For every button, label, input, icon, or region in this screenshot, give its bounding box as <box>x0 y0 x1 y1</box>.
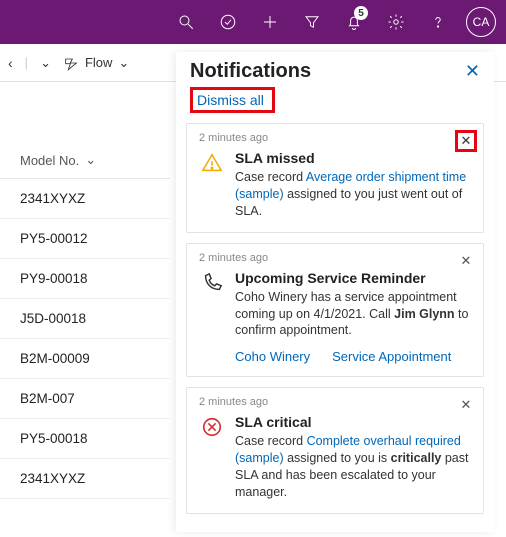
help-icon <box>429 13 447 31</box>
panel-close-button[interactable]: ✕ <box>465 61 480 82</box>
avatar-initials: CA <box>473 15 490 29</box>
notification-card-sla-critical: 2 minutes ago ✕ SLA critical Case record… <box>186 387 484 514</box>
back-chevron[interactable]: ‹ <box>8 55 13 71</box>
action-link-appointment[interactable]: Service Appointment <box>332 349 451 364</box>
plus-icon <box>261 13 279 31</box>
table-row[interactable]: 2341XYXZ <box>0 179 170 219</box>
card-title: SLA critical <box>235 414 471 430</box>
user-avatar[interactable]: CA <box>466 7 496 37</box>
notifications-panel: Notifications ✕ Dismiss all 2 minutes ag… <box>176 52 494 532</box>
search-button[interactable] <box>166 0 206 44</box>
app-topbar: 5 CA <box>0 0 506 44</box>
table-row[interactable]: PY5-00012 <box>0 219 170 259</box>
notification-card-service-reminder: 2 minutes ago ✕ Upcoming Service Reminde… <box>186 243 484 378</box>
data-table: Model No. ⌄ 2341XYXZPY5-00012PY9-00018J5… <box>0 82 170 537</box>
card-text: Coho Winery has a service appointment co… <box>235 289 471 340</box>
flow-menu[interactable]: Flow ⌄ <box>63 55 129 71</box>
cmd-chevron-down[interactable]: ⌄ <box>40 55 51 71</box>
notifications-badge: 5 <box>354 6 368 20</box>
card-timestamp: 2 minutes ago <box>199 252 471 264</box>
notification-card-sla-missed: 2 minutes ago ✕ SLA missed Case record A… <box>186 123 484 233</box>
card-title: SLA missed <box>235 150 471 166</box>
action-link-account[interactable]: Coho Winery <box>235 349 310 364</box>
person-name: Jim Glynn <box>394 307 454 321</box>
table-row[interactable]: B2M-007 <box>0 379 170 419</box>
add-button[interactable] <box>250 0 290 44</box>
card-dismiss-button[interactable]: ✕ <box>455 130 477 152</box>
card-timestamp: 2 minutes ago <box>199 132 471 144</box>
panel-title: Notifications <box>190 60 311 83</box>
settings-button[interactable] <box>376 0 416 44</box>
search-icon <box>177 13 195 31</box>
phone-icon <box>199 270 225 340</box>
table-row[interactable]: B2M-00009 <box>0 339 170 379</box>
help-button[interactable] <box>418 0 458 44</box>
dismiss-all-link[interactable]: Dismiss all <box>190 87 275 113</box>
card-title: Upcoming Service Reminder <box>235 270 471 286</box>
flow-label: Flow <box>85 55 112 70</box>
filter-button[interactable] <box>292 0 332 44</box>
card-dismiss-button[interactable]: ✕ <box>455 250 477 272</box>
cmd-divider: | <box>25 55 28 70</box>
task-icon <box>219 13 237 31</box>
table-row[interactable]: J5D-00018 <box>0 299 170 339</box>
table-row[interactable]: 2341XYXZ <box>0 459 170 499</box>
column-header-model-no[interactable]: Model No. ⌄ <box>0 142 170 179</box>
card-dismiss-button[interactable]: ✕ <box>455 394 477 416</box>
warning-triangle-icon <box>199 150 225 220</box>
notifications-button[interactable]: 5 <box>334 0 374 44</box>
card-text: Case record Complete overhaul required (… <box>235 433 471 501</box>
gear-icon <box>387 13 405 31</box>
table-row[interactable]: PY5-00018 <box>0 419 170 459</box>
column-header-label: Model No. <box>20 153 79 168</box>
task-button[interactable] <box>208 0 248 44</box>
funnel-icon <box>303 13 321 31</box>
chevron-down-icon: ⌄ <box>85 152 96 168</box>
flow-icon <box>63 55 79 71</box>
chevron-down-icon: ⌄ <box>118 55 129 71</box>
card-timestamp: 2 minutes ago <box>199 396 471 408</box>
critical-icon <box>199 414 225 501</box>
table-row[interactable]: PY9-00018 <box>0 259 170 299</box>
card-text: Case record Average order shipment time … <box>235 169 471 220</box>
